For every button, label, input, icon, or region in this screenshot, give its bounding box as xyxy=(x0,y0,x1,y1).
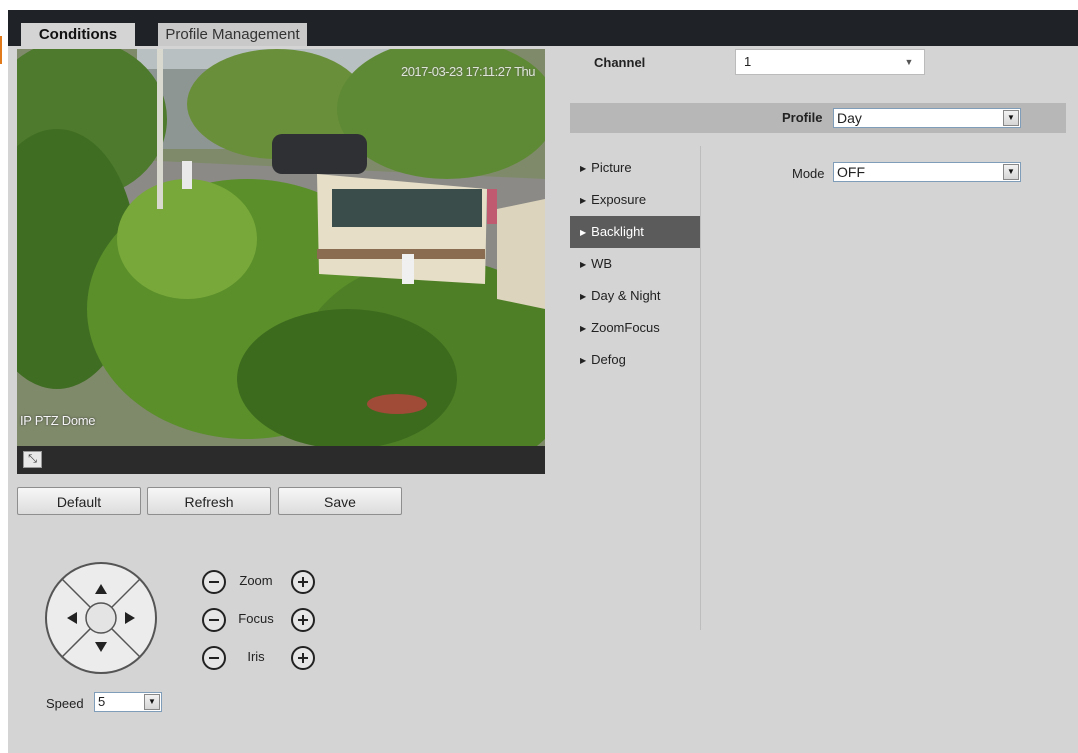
video-preview: 2017-03-23 17:11:27 Thu IP PTZ Dome xyxy=(17,49,545,446)
default-button[interactable]: Default xyxy=(17,487,141,515)
iris-label: Iris xyxy=(247,649,265,664)
save-button[interactable]: Save xyxy=(278,487,402,515)
speed-label: Speed xyxy=(46,696,84,711)
mode-label: Mode xyxy=(792,166,825,181)
video-control-bar: ⤡ xyxy=(17,446,545,474)
settings-menu: ▶ Picture ▶ Exposure ▶ Backlight ▶ WB ▶ Day &… xyxy=(570,152,700,376)
camera-name-overlay: IP PTZ Dome xyxy=(20,413,96,428)
accent-marker xyxy=(0,36,2,64)
profile-select[interactable]: Day ▼ xyxy=(833,108,1021,128)
caret-right-icon: ▶ xyxy=(580,292,587,301)
channel-select[interactable]: 1 ▼ xyxy=(735,49,925,75)
fullscreen-icon[interactable]: ⤡ xyxy=(23,451,42,468)
channel-value: 1 xyxy=(744,54,752,69)
focus-label: Focus xyxy=(238,611,274,626)
video-frame xyxy=(17,49,545,446)
profile-value: Day xyxy=(837,110,862,126)
focus-far-button[interactable] xyxy=(291,608,315,632)
chevron-down-icon[interactable]: ▼ xyxy=(1003,164,1019,180)
menu-item-label: Day & Night xyxy=(591,288,661,303)
menu-item-label: Backlight xyxy=(591,224,644,239)
channel-label: Channel xyxy=(594,55,646,70)
zoom-out-button[interactable] xyxy=(202,570,226,594)
speed-select[interactable]: 5 ▼ xyxy=(94,692,162,712)
speed-value: 5 xyxy=(98,694,106,709)
menu-item-exposure[interactable]: ▶ Exposure xyxy=(570,184,700,216)
menu-item-picture[interactable]: ▶ Picture xyxy=(570,152,700,184)
chevron-down-icon[interactable]: ▼ xyxy=(1003,110,1019,126)
video-timestamp: 2017-03-23 17:11:27 Thu xyxy=(400,64,536,79)
mode-select[interactable]: OFF ▼ xyxy=(833,162,1021,182)
tab-conditions[interactable]: Conditions xyxy=(21,23,135,46)
menu-item-backlight[interactable]: ▶ Backlight xyxy=(570,216,700,248)
caret-right-icon: ▶ xyxy=(580,356,587,365)
menu-divider xyxy=(700,146,701,630)
mode-value: OFF xyxy=(837,164,865,180)
menu-item-day-night[interactable]: ▶ Day & Night xyxy=(570,280,700,312)
menu-item-label: WB xyxy=(591,256,613,271)
menu-item-label: Exposure xyxy=(591,192,647,207)
tab-profile-management[interactable]: Profile Management xyxy=(158,23,307,46)
menu-item-wb[interactable]: ▶ WB xyxy=(570,248,700,280)
caret-right-icon: ▶ xyxy=(580,260,587,269)
menu-item-zoomfocus[interactable]: ▶ ZoomFocus xyxy=(570,312,700,344)
zoom-in-button[interactable] xyxy=(291,570,315,594)
profile-label: Profile xyxy=(782,110,823,125)
caret-right-icon: ▶ xyxy=(580,164,587,173)
menu-item-defog[interactable]: ▶ Defog xyxy=(570,344,700,376)
iris-open-button[interactable] xyxy=(291,646,315,670)
caret-right-icon: ▶ xyxy=(580,324,587,333)
menu-item-label: Defog xyxy=(591,352,626,367)
ptz-direction-pad[interactable] xyxy=(44,561,158,675)
caret-right-icon: ▶ xyxy=(580,228,587,237)
caret-right-icon: ▶ xyxy=(580,196,587,205)
menu-item-label: ZoomFocus xyxy=(591,320,660,335)
chevron-down-icon[interactable]: ▼ xyxy=(144,694,160,710)
tab-bar: Conditions Profile Management xyxy=(8,10,1078,46)
zoom-label: Zoom xyxy=(239,573,273,588)
focus-near-button[interactable] xyxy=(202,608,226,632)
chevron-down-icon[interactable]: ▼ xyxy=(900,53,918,71)
refresh-button[interactable]: Refresh xyxy=(147,487,271,515)
menu-item-label: Picture xyxy=(591,160,632,175)
iris-close-button[interactable] xyxy=(202,646,226,670)
